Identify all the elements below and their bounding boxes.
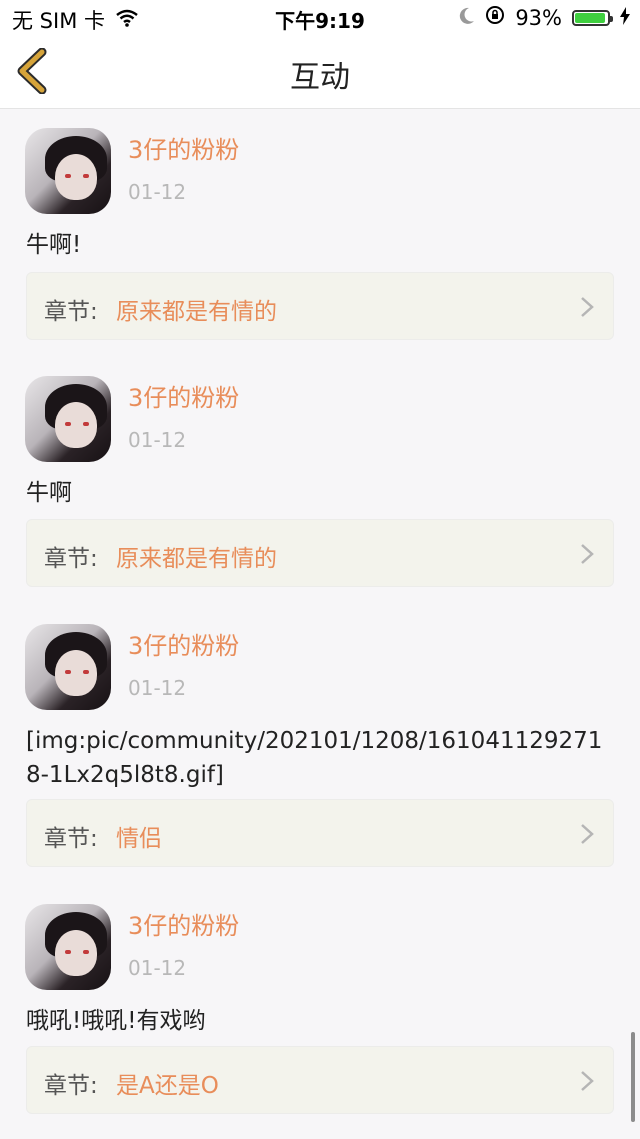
avatar[interactable] [25, 624, 111, 710]
charging-icon [620, 6, 630, 30]
comment-item: 3仔的粉粉 01-12 哦吼!哦吼!有戏哟 章节: 是A还是O [0, 884, 640, 1132]
chevron-right-icon [581, 1071, 594, 1091]
comment-username[interactable]: 3仔的粉粉 [128, 378, 239, 413]
chapter-link[interactable]: 章节: 原来都是有情的 [26, 272, 614, 340]
comment-text: 牛啊 [26, 480, 72, 506]
chevron-right-icon [581, 824, 594, 844]
comment-date: 01-12 [128, 428, 187, 452]
chapter-name: 原来都是有情的 [116, 546, 277, 572]
comment-username[interactable]: 3仔的粉粉 [128, 906, 239, 941]
comment-text: [img:pic/community/202101/1208/161041129… [26, 728, 603, 788]
chapter-link[interactable]: 章节: 是A还是O [26, 1046, 614, 1114]
comment-username[interactable]: 3仔的粉粉 [128, 626, 239, 661]
comment-item: 3仔的粉粉 01-12 牛啊 章节: 原来都是有情的 [0, 356, 640, 604]
status-bar: 无 SIM 卡 下午9:19 93% [0, 0, 640, 34]
battery-icon [572, 9, 613, 26]
avatar[interactable] [25, 128, 111, 214]
chapter-link[interactable]: 章节: 情侣 [26, 799, 614, 867]
avatar[interactable] [25, 904, 111, 990]
comment-item: 3仔的粉粉 01-12 [img:pic/community/202101/12… [0, 604, 640, 884]
comment-date: 01-12 [128, 956, 187, 980]
chevron-right-icon [581, 297, 594, 317]
comment-text: 牛啊! [26, 232, 82, 258]
rotation-lock-icon [485, 5, 505, 30]
comment-date: 01-12 [128, 180, 187, 204]
moon-icon [459, 6, 475, 30]
page-title: 互动 [290, 60, 350, 95]
navigation-bar: 互动 [0, 34, 640, 109]
comment-item: 3仔的粉粉 01-12 牛啊! 章节: 原来都是有情的 [0, 108, 640, 356]
chapter-link[interactable]: 章节: 原来都是有情的 [26, 519, 614, 587]
chapter-prefix: 章节: [44, 299, 98, 325]
chapter-name: 原来都是有情的 [116, 299, 277, 325]
comment-username[interactable]: 3仔的粉粉 [128, 130, 239, 165]
comment-date: 01-12 [128, 676, 187, 700]
chapter-prefix: 章节: [44, 546, 98, 572]
status-right: 93% [459, 5, 630, 30]
chapter-prefix: 章节: [44, 1073, 98, 1099]
battery-percent: 93% [515, 5, 562, 30]
chapter-name: 是A还是O [116, 1073, 219, 1099]
comment-list: 3仔的粉粉 01-12 牛啊! 章节: 原来都是有情的 3仔的粉粉 01-12 … [0, 108, 640, 1132]
chapter-prefix: 章节: [44, 826, 98, 852]
avatar[interactable] [25, 376, 111, 462]
scroll-indicator[interactable] [631, 1032, 635, 1122]
chapter-name: 情侣 [116, 826, 162, 852]
comment-text: 哦吼!哦吼!有戏哟 [26, 1008, 206, 1034]
chevron-right-icon [581, 544, 594, 564]
